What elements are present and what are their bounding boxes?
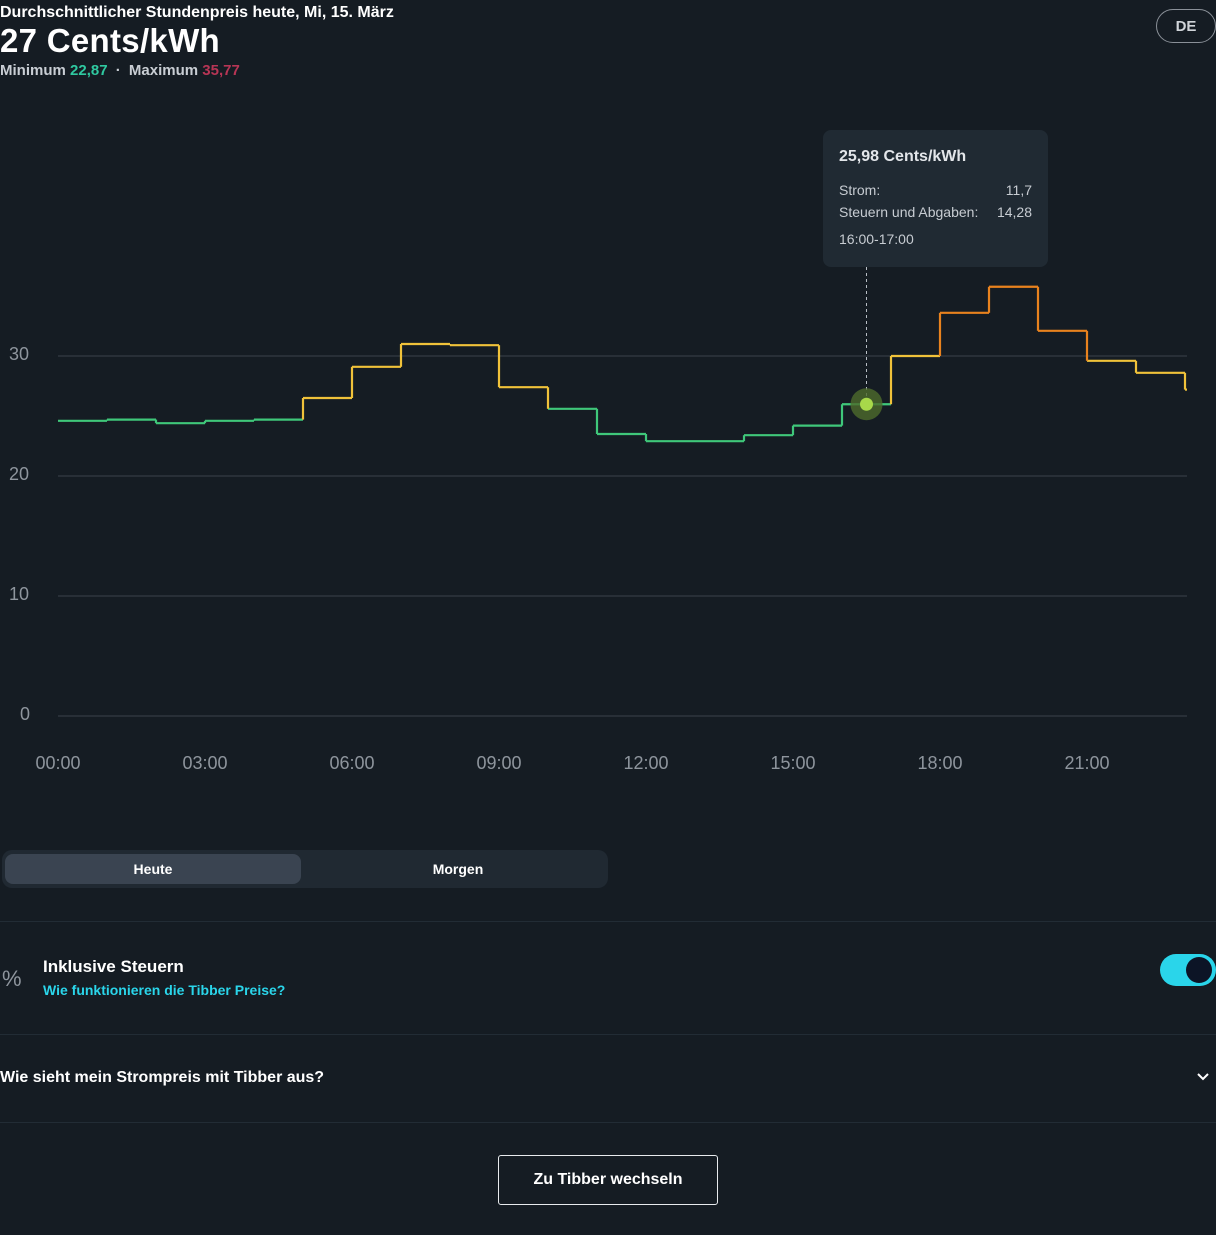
tooltip-time: 16:00-17:00 [839, 231, 914, 247]
faq-title: Wie sieht mein Strompreis mit Tibber aus… [0, 1069, 325, 1086]
tooltip-steuern-label: Steuern und Abgaben: [839, 204, 979, 220]
average-price: 27 Cents/kWh [0, 22, 220, 59]
tooltip-strom-label: Strom: [839, 182, 881, 198]
tab-morgen[interactable]: Morgen [310, 854, 606, 884]
tooltip-row-steuern: Steuern und Abgaben: 14,28 [839, 201, 1032, 223]
price-tooltip: 25,98 Cents/kWh Strom: 11,7 Steuern und … [823, 130, 1048, 267]
y-tick-label: 0 [20, 704, 30, 724]
faq-accordion[interactable]: Wie sieht mein Strompreis mit Tibber aus… [0, 1035, 1216, 1122]
x-tick-label: 00:00 [35, 753, 80, 773]
minimum-label: Minimum [0, 62, 66, 79]
include-tax-toggle[interactable] [1160, 954, 1216, 986]
y-tick-label: 20 [9, 464, 29, 484]
chevron-down-icon[interactable] [1196, 1067, 1210, 1088]
x-tick-label: 06:00 [329, 753, 374, 773]
min-max-summary: Minimum 22,87 · Maximum 35,77 [0, 62, 240, 79]
highlight-point [860, 397, 873, 411]
tax-setting-row: % Inklusive Steuern Wie funktionieren di… [0, 922, 1216, 1034]
language-button[interactable]: DE [1156, 9, 1216, 43]
y-tick-label: 10 [9, 584, 29, 604]
tooltip-steuern-value: 14,28 [996, 204, 1032, 220]
maximum-value: 35,77 [202, 62, 240, 79]
tibber-prices-link[interactable]: Wie funktionieren die Tibber Preise? [43, 982, 285, 998]
maximum-label: Maximum [128, 62, 199, 79]
y-tick-label: 30 [9, 344, 29, 364]
percent-icon: % [2, 966, 22, 991]
x-tick-label: 12:00 [623, 753, 668, 773]
tax-setting-title: Inklusive Steuern [43, 957, 184, 976]
switch-to-tibber-button[interactable]: Zu Tibber wechseln [498, 1155, 718, 1205]
day-switcher: Heute Morgen [2, 850, 608, 888]
divider [0, 1122, 1216, 1123]
separator-dot: · [115, 62, 121, 79]
tooltip-row-strom: Strom: 11,7 [839, 179, 1032, 201]
toggle-knob [1186, 957, 1212, 983]
x-tick-label: 15:00 [770, 753, 815, 773]
tab-heute[interactable]: Heute [5, 854, 301, 884]
tooltip-strom-value: 11,7 [1005, 182, 1032, 198]
page-subtitle: Durchschnittlicher Stundenpreis heute, M… [0, 4, 394, 21]
x-tick-label: 18:00 [917, 753, 962, 773]
header: Durchschnittlicher Stundenpreis heute, M… [0, 0, 1216, 90]
tooltip-title: 25,98 Cents/kWh [839, 148, 967, 165]
x-tick-label: 03:00 [182, 753, 227, 773]
minimum-value: 22,87 [70, 62, 108, 79]
x-tick-label: 09:00 [476, 753, 521, 773]
x-tick-label: 21:00 [1064, 753, 1109, 773]
